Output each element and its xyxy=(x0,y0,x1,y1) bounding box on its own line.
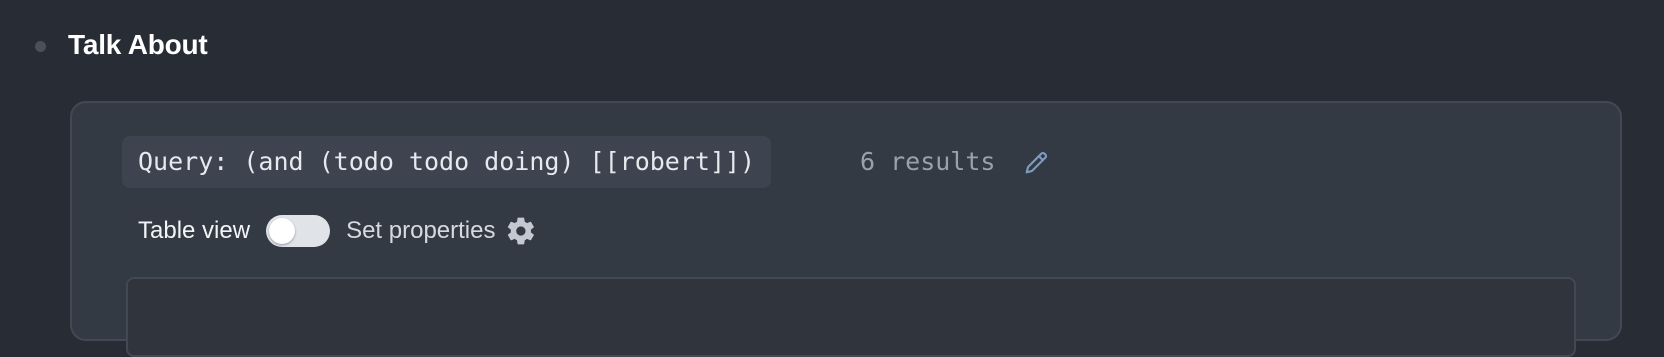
set-properties-button[interactable]: Set properties xyxy=(346,217,495,245)
results-count: 6 results xyxy=(860,147,996,176)
outline-block: Talk About Query: (and (todo todo doing)… xyxy=(0,0,1664,357)
block-title[interactable]: Talk About xyxy=(68,27,208,63)
table-view-toggle[interactable] xyxy=(266,215,331,247)
pencil-icon[interactable] xyxy=(1022,149,1050,177)
table-view-label: Table view xyxy=(138,217,251,244)
query-panel: Query: (and (todo todo doing) [[robert]]… xyxy=(70,101,1622,357)
query-controls: Table view Set properties xyxy=(138,211,537,251)
block-bullet[interactable] xyxy=(35,41,46,52)
query-text[interactable]: Query: (and (todo todo doing) [[robert]]… xyxy=(122,136,772,188)
gear-icon[interactable] xyxy=(505,215,537,247)
toggle-knob xyxy=(269,218,296,244)
query-results-container xyxy=(126,277,1576,357)
